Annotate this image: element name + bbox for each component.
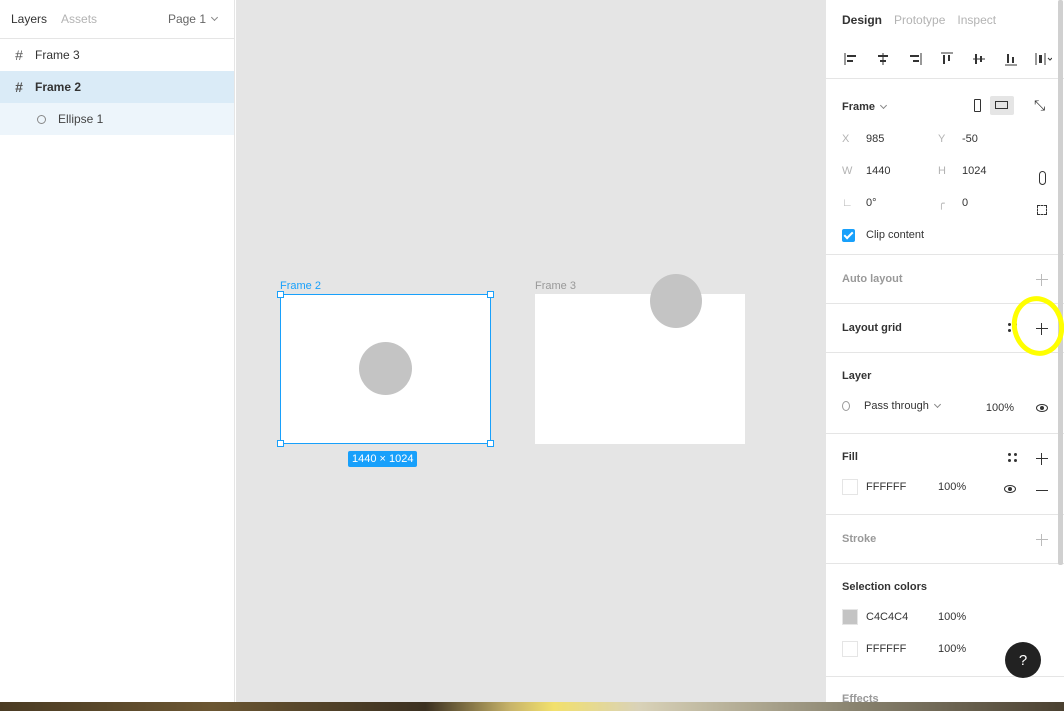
- color-swatch[interactable]: [842, 641, 858, 657]
- stroke-title: Stroke: [842, 533, 877, 545]
- resize-handle-top-left[interactable]: [277, 291, 284, 298]
- fill-styles-icon[interactable]: [1008, 453, 1018, 463]
- tab-design[interactable]: Design: [842, 13, 882, 27]
- layer-item-label: Frame 2: [35, 80, 82, 94]
- frame-3-label[interactable]: Frame 3: [535, 280, 576, 292]
- clip-content-checkbox[interactable]: [842, 228, 855, 242]
- frame-icon: #: [15, 47, 23, 63]
- x-input[interactable]: 985: [866, 133, 938, 145]
- align-top-icon[interactable]: [938, 50, 956, 68]
- tab-layers[interactable]: Layers: [11, 12, 47, 26]
- add-auto-layout-icon[interactable]: [1036, 274, 1048, 286]
- corner-radius-icon: ╭: [938, 197, 945, 210]
- frame-2-label[interactable]: Frame 2: [280, 280, 321, 292]
- color-hex[interactable]: FFFFFF: [866, 643, 938, 655]
- ellipse-icon: [37, 114, 46, 124]
- remove-fill-icon[interactable]: [1036, 490, 1048, 491]
- scrollbar[interactable]: [1058, 0, 1063, 565]
- corner-radius-input[interactable]: 0: [962, 197, 1034, 209]
- ellipse-1[interactable]: [359, 342, 412, 395]
- stroke-section: Stroke: [826, 515, 1064, 564]
- align-vertical-center-icon[interactable]: [970, 50, 988, 68]
- layer-item-frame-2[interactable]: # Frame 2: [0, 71, 234, 103]
- rotation-icon: ∟: [842, 197, 853, 209]
- page-selector[interactable]: Page 1: [167, 12, 219, 26]
- independent-corners-icon[interactable]: [1037, 205, 1047, 215]
- eye-icon[interactable]: [1004, 485, 1016, 493]
- chevron-down-icon: [933, 400, 941, 409]
- y-label: Y: [938, 133, 946, 145]
- fill-section: Fill FFFFFF 100%: [826, 434, 1064, 515]
- blend-mode-icon: [842, 401, 850, 411]
- color-opacity[interactable]: 100%: [938, 643, 966, 655]
- tab-prototype[interactable]: Prototype: [894, 13, 945, 27]
- x-label: X: [842, 133, 850, 145]
- tab-assets[interactable]: Assets: [61, 12, 97, 26]
- resize-handle-top-right[interactable]: [487, 291, 494, 298]
- layer-item-ellipse-1[interactable]: Ellipse 1: [0, 103, 234, 135]
- clip-content-label: Clip content: [866, 229, 925, 241]
- align-right-icon[interactable]: [906, 50, 924, 68]
- color-opacity[interactable]: 100%: [938, 611, 966, 623]
- y-input[interactable]: -50: [962, 133, 1034, 145]
- resize-handle-bottom-right[interactable]: [487, 440, 494, 447]
- effects-section: Effects: [826, 677, 1064, 702]
- w-label: W: [842, 165, 853, 177]
- frame-2[interactable]: [280, 294, 491, 444]
- page-selector-label: Page 1: [167, 12, 206, 26]
- constrain-proportions-icon[interactable]: [1039, 171, 1046, 185]
- add-stroke-icon[interactable]: [1036, 534, 1048, 546]
- layer-title: Layer: [842, 370, 872, 382]
- effects-title: Effects: [842, 693, 879, 702]
- layer-item-label: Ellipse 1: [58, 112, 104, 126]
- frame-type-dropdown[interactable]: Frame: [842, 101, 875, 113]
- width-input[interactable]: 1440: [866, 165, 938, 177]
- align-left-icon[interactable]: [842, 50, 860, 68]
- auto-layout-title: Auto layout: [842, 273, 903, 285]
- help-button[interactable]: ?: [1005, 642, 1041, 678]
- layers-panel: Layers Assets Page 1 # Frame 3 # Frame 2…: [0, 0, 235, 702]
- color-hex[interactable]: C4C4C4: [866, 611, 938, 623]
- h-label: H: [938, 165, 946, 177]
- left-panel-tabs: Layers Assets Page 1: [0, 0, 234, 39]
- alignment-toolbar: [826, 39, 1064, 79]
- layer-item-frame-3[interactable]: # Frame 3: [0, 39, 234, 71]
- fill-swatch[interactable]: [842, 479, 858, 495]
- resize-to-fit-icon[interactable]: ⤡: [1034, 97, 1045, 114]
- fill-hex-input[interactable]: FFFFFF: [866, 481, 938, 493]
- align-bottom-icon[interactable]: [1002, 50, 1020, 68]
- dimensions-badge: 1440 × 1024: [348, 451, 418, 467]
- frame-icon: #: [15, 79, 23, 95]
- rotation-input[interactable]: 0°: [866, 197, 938, 209]
- right-panel-tabs: Design Prototype Inspect: [826, 0, 1064, 39]
- desktop-background: [0, 702, 1064, 711]
- selection-color-row[interactable]: C4C4C4 100%: [842, 601, 1048, 633]
- layer-item-label: Frame 3: [35, 48, 80, 62]
- add-fill-icon[interactable]: [1036, 453, 1048, 465]
- frame-3[interactable]: [535, 294, 745, 444]
- layer-section: Layer Pass through 100%: [826, 353, 1064, 434]
- layer-opacity-input[interactable]: 100%: [986, 402, 1014, 414]
- resize-handle-bottom-left[interactable]: [277, 440, 284, 447]
- chevron-down-icon: [879, 101, 888, 110]
- height-input[interactable]: 1024: [962, 165, 1034, 177]
- frame-section: Frame ⤡ X 985 Y -50 W 1440 H 1024 ∟ 0° ╭…: [826, 79, 1064, 255]
- selection-colors-title: Selection colors: [842, 581, 927, 593]
- canvas[interactable]: Frame 2 1440 × 1024 Frame 3: [236, 0, 825, 702]
- chevron-down-icon: [210, 13, 219, 22]
- blend-mode-dropdown[interactable]: Pass through: [864, 400, 929, 412]
- eye-icon[interactable]: [1036, 404, 1048, 412]
- landscape-icon: [995, 101, 1008, 109]
- layout-grid-title: Layout grid: [842, 322, 902, 334]
- fill-opacity-input[interactable]: 100%: [938, 481, 966, 493]
- align-horizontal-center-icon[interactable]: [874, 50, 892, 68]
- frame-3-ellipse[interactable]: [650, 274, 702, 328]
- distribute-icon[interactable]: [1034, 50, 1053, 68]
- portrait-icon[interactable]: [974, 99, 981, 112]
- color-swatch[interactable]: [842, 609, 858, 625]
- tab-inspect[interactable]: Inspect: [957, 13, 996, 27]
